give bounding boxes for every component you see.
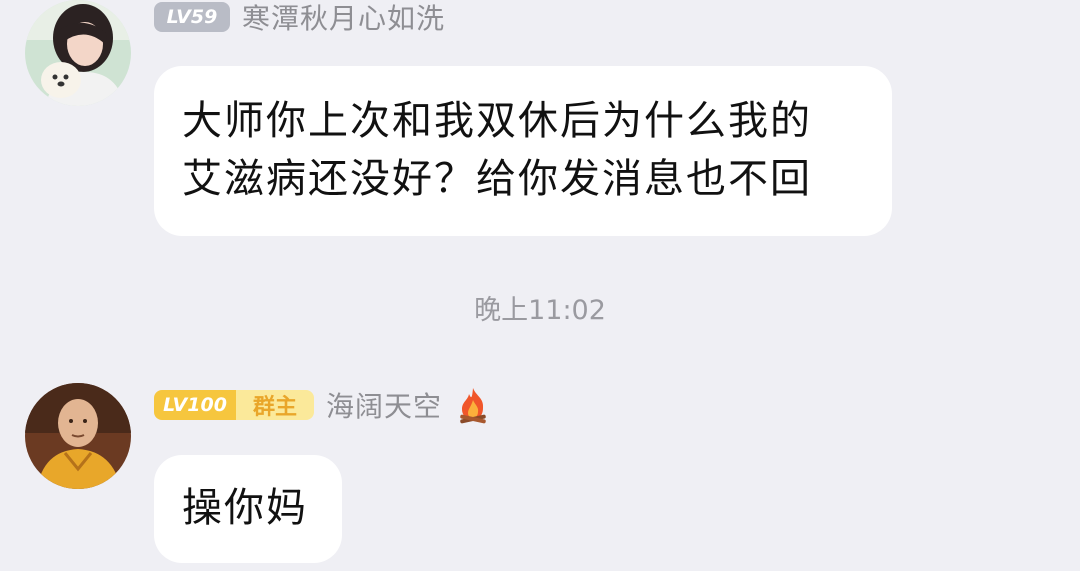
avatar-user-1[interactable] (25, 0, 131, 106)
sender-name[interactable]: 寒潭秋月心如洗 (242, 0, 445, 37)
avatar-photo-monk-icon (25, 383, 131, 489)
level-badge: LV100 (154, 390, 236, 420)
flame-icon (460, 388, 486, 424)
avatar-photo-girl-icon (25, 0, 131, 106)
sender-meta-1: LV59 寒潭秋月心如洗 (154, 0, 445, 37)
message-bubble[interactable]: 大师你上次和我双休后为什么我的 艾滋病还没好？给你发消息也不回 (154, 66, 892, 236)
avatar-user-2[interactable] (25, 383, 131, 489)
group-owner-badge: 群主 (236, 390, 314, 420)
message-bubble[interactable]: 操你妈 (154, 455, 342, 563)
timestamp: 晚上11:02 (474, 295, 606, 326)
level-badge: LV59 (154, 2, 230, 32)
sender-name[interactable]: 海阔天空 (326, 385, 442, 425)
message-text-line-1: 大师你上次和我双休后为什么我的 (182, 98, 812, 144)
message-text-line-2: 艾滋病还没好？给你发消息也不回 (182, 156, 812, 202)
sender-meta-2: LV100 群主 海阔天空 (154, 385, 490, 425)
message-text-line-1: 操你妈 (182, 485, 308, 531)
